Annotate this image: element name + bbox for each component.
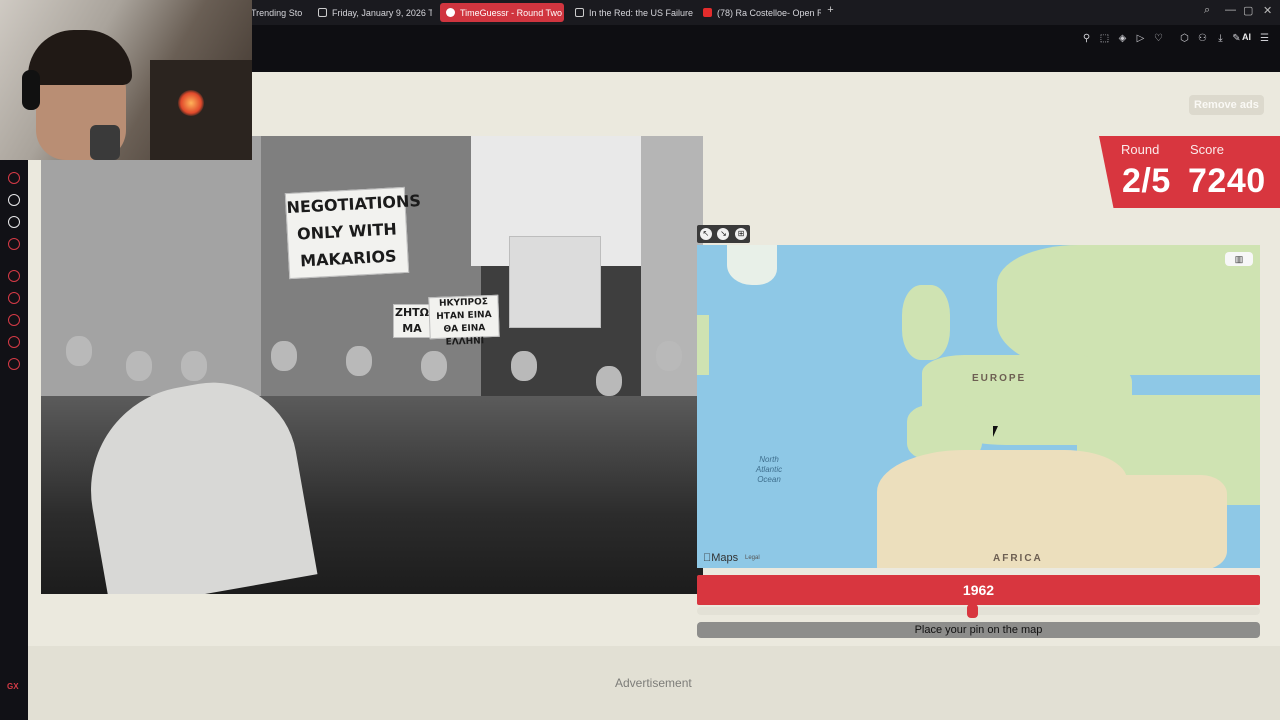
tab-label: (78) Ra Costelloe- Open R: [717, 7, 821, 18]
score-value: 7240: [1188, 162, 1266, 200]
expand-icon[interactable]: ↖: [699, 228, 712, 240]
youtube-icon[interactable]: [8, 238, 20, 250]
world-map[interactable]: [697, 245, 1260, 568]
tab-label: Trending Sto: [251, 7, 303, 18]
ai-button[interactable]: AI: [1242, 32, 1251, 42]
pencil-icon[interactable]: ✎: [1231, 33, 1242, 44]
pin-icon[interactable]: ⚲: [1081, 33, 1092, 44]
map-icon: ▥: [1234, 254, 1244, 264]
tab-youtube[interactable]: (78) Ra Costelloe- Open R: [697, 3, 821, 22]
face: [596, 366, 622, 396]
arabian-peninsula: [1097, 475, 1227, 568]
instagram-icon[interactable]: [8, 172, 20, 184]
settings-icon[interactable]: [8, 358, 20, 370]
face: [181, 351, 207, 381]
x-icon[interactable]: [8, 216, 20, 228]
extensions-icon[interactable]: [8, 336, 20, 348]
pin-map-icon[interactable]: ⊞: [735, 228, 748, 240]
lamp: [178, 90, 204, 116]
face: [271, 341, 297, 371]
face: [656, 341, 682, 371]
headset: [22, 70, 40, 110]
webcam-overlay: [0, 0, 252, 160]
round-photo: NEGOTIATIONS ONLY WITH MAKARIOS ΖΗΤΩ ΜΑ …: [41, 136, 703, 594]
protest-sign: NEGOTIATIONS ONLY WITH MAKARIOS: [284, 186, 421, 280]
face: [66, 336, 92, 366]
close-icon[interactable]: ✕: [1263, 4, 1272, 17]
protest-sign: ΖΗΤΩ ΜΑ: [393, 304, 431, 338]
north-africa: [877, 450, 1127, 568]
timeguessr-icon: [446, 8, 455, 17]
year-display: 1962: [697, 575, 1260, 605]
west-edge-land: [697, 315, 709, 375]
download-icon[interactable]: ⤓: [1215, 33, 1226, 44]
map-label-africa: AFRICA: [993, 553, 1043, 564]
bookmark-icon[interactable]: [8, 292, 20, 304]
shield-icon[interactable]: ◈: [1117, 33, 1128, 44]
portrait-banner: [509, 236, 601, 328]
face: [511, 351, 537, 381]
greenland: [727, 245, 777, 285]
protest-sign: ΗΚΥΠΡΟΣ ΗΤΑΝ ΕΙΝΑ ΘΑ ΕΙΝΑ ΕΛΛΗΝΙ: [428, 294, 500, 348]
map-label-europe: EUROPE: [972, 373, 1027, 384]
remove-ads-button[interactable]: Remove ads: [1189, 95, 1264, 115]
calendar-icon: [318, 8, 327, 17]
round-label: Round: [1121, 142, 1160, 157]
face: [126, 351, 152, 381]
maps-logo-text: Maps: [703, 552, 738, 564]
extensions-icon[interactable]: ⬡: [1179, 33, 1190, 44]
minimize-icon[interactable]: —: [1225, 4, 1236, 16]
map-label-ocean: North Atlantic Ocean: [755, 455, 783, 484]
tab-trending[interactable]: Trending Sto: [245, 3, 305, 22]
youtube-icon: [703, 8, 712, 17]
maximize-icon[interactable]: ▢: [1243, 4, 1253, 17]
search-icon[interactable]: ⌕: [1204, 4, 1210, 17]
streamer-hair: [28, 30, 132, 85]
year-slider-track[interactable]: [697, 607, 1260, 615]
tab-in-the-red[interactable]: In the Red: the US Failure: [569, 3, 693, 22]
year-slider-thumb[interactable]: [967, 604, 979, 618]
score-label: Score: [1190, 142, 1224, 157]
tab-label: In the Red: the US Failure: [589, 7, 693, 18]
apple-maps-logo: Maps: [703, 552, 738, 564]
map-type-toggle[interactable]: ▥: [1225, 252, 1253, 266]
tab-timeguessr[interactable]: TimeGuessr - Round Two: [440, 3, 564, 22]
tab-friday[interactable]: Friday, January 9, 2026 T: [312, 3, 432, 22]
new-tab-button[interactable]: +: [825, 5, 836, 16]
map-resize-controls: ↖ ↘ ⊞: [697, 225, 750, 243]
tab-label: Friday, January 9, 2026 T: [332, 7, 432, 18]
screen: Trending Sto Friday, January 9, 2026 T T…: [0, 0, 1280, 720]
tiktok-icon[interactable]: [8, 194, 20, 206]
history-icon[interactable]: [8, 314, 20, 326]
account-icon[interactable]: ⚇: [1197, 33, 1208, 44]
gx-badge: GX: [7, 682, 19, 691]
menu-icon[interactable]: ☰: [1259, 33, 1270, 44]
face: [421, 351, 447, 381]
shrink-icon[interactable]: ↘: [717, 228, 730, 240]
face: [346, 346, 372, 376]
advertisement-label: Advertisement: [615, 676, 692, 690]
document-icon: [575, 8, 584, 17]
round-value: 2/5: [1122, 162, 1171, 200]
play-icon[interactable]: ▷: [1135, 33, 1146, 44]
maps-legal-link[interactable]: Legal: [745, 555, 760, 561]
player-icon[interactable]: [8, 270, 20, 282]
browser-sidebar: GX: [0, 160, 28, 720]
british-isles: [902, 285, 950, 360]
microphone: [90, 125, 120, 160]
place-pin-button[interactable]: Place your pin on the map: [697, 622, 1260, 638]
tab-label: TimeGuessr - Round Two: [460, 7, 563, 18]
heart-icon[interactable]: ♡: [1153, 33, 1164, 44]
snapshot-icon[interactable]: ⬚: [1099, 33, 1110, 44]
mouse-cursor: [993, 426, 998, 437]
